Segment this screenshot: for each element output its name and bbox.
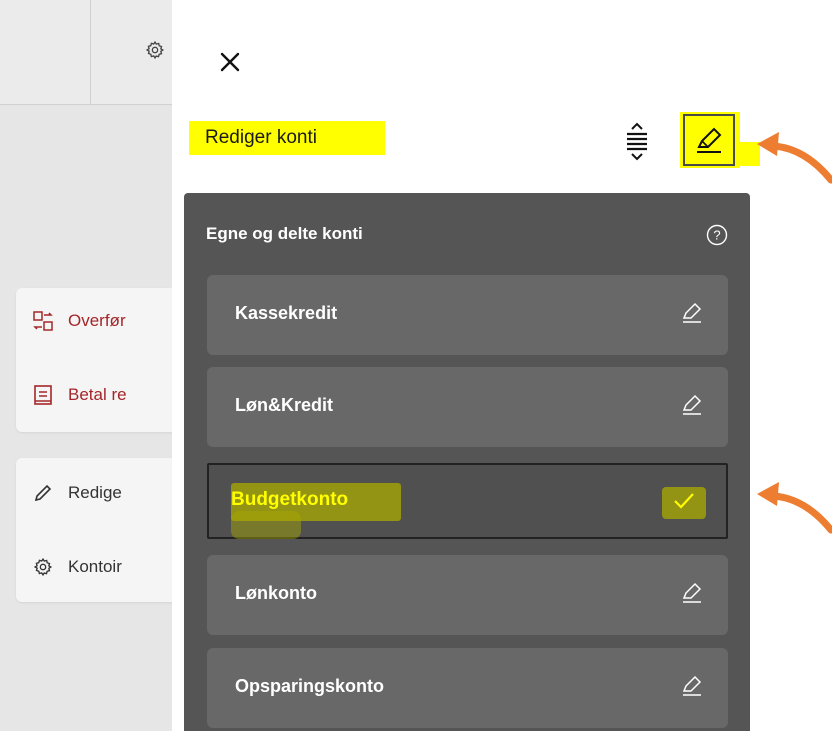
edit-pencil-icon[interactable] [680,581,704,610]
section-header: Egne og delte konti [206,224,363,243]
reorder-icon [627,122,647,161]
account-row[interactable]: Lønkonto [207,555,728,635]
gear-icon[interactable] [145,40,165,65]
topbar-divider [90,0,91,104]
panel-title: Rediger konti [205,127,317,148]
account-name[interactable]: Budgetkonto [231,489,348,511]
transfer-icon [32,310,54,332]
background-menu-transfer[interactable]: Overfør [32,310,126,332]
background-menu-account-settings[interactable]: Kontoir [32,556,122,578]
selected-name-highlight-tail [231,511,301,539]
svg-text:?: ? [713,228,720,243]
annotation-arrow-top [757,132,832,184]
help-icon[interactable]: ? [706,224,728,251]
bill-icon [32,384,54,406]
background-page: Overfør Betal re Redige Kontoir [0,0,172,731]
background-menu-edit[interactable]: Redige [32,482,122,504]
account-row[interactable]: Kassekredit [207,275,728,355]
reorder-button[interactable] [624,121,650,161]
edit-pencil-icon[interactable] [680,301,704,330]
pencil-icon [697,127,722,153]
edit-mode-button[interactable] [683,114,735,166]
background-menu-label: Betal re [68,385,127,404]
account-row[interactable]: Løn&Kredit [207,367,728,447]
account-name: Opsparingskonto [235,676,385,696]
background-menu-pay[interactable]: Betal re [32,384,127,406]
account-row-selected[interactable]: Budgetkonto [207,463,728,539]
gear-icon [32,556,54,578]
background-menu-label: Kontoir [68,557,122,576]
background-topbar [0,0,172,105]
close-button[interactable] [218,50,242,74]
account-name: Lønkonto [235,583,317,603]
pencil-icon [32,482,54,504]
check-icon[interactable] [672,491,696,516]
account-name: Kassekredit [235,303,338,323]
background-menu-label: Redige [68,483,122,502]
annotation-arrow-bottom [757,482,832,534]
background-menu-label: Overfør [68,311,126,330]
edit-pencil-icon[interactable] [680,393,704,422]
account-row[interactable]: Opsparingskonto [207,648,728,728]
account-name: Løn&Kredit [235,395,333,415]
background-card-settings [16,458,172,602]
close-icon [220,52,240,72]
edit-pencil-icon[interactable] [680,674,704,703]
